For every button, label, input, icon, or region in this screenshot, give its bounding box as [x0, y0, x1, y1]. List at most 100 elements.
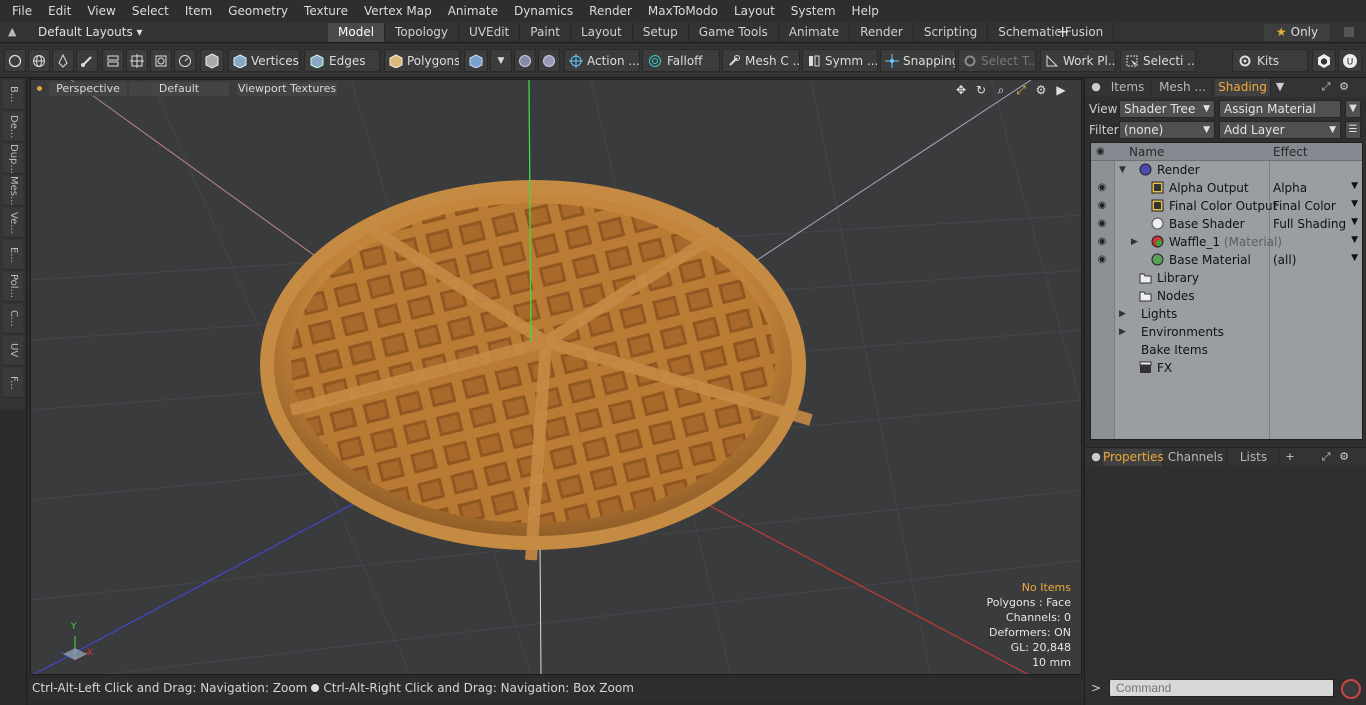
- tab-uvedit[interactable]: UVEdit: [459, 23, 521, 42]
- dock-tab-vertex[interactable]: Ve...: [3, 208, 23, 238]
- brush-button[interactable]: [76, 49, 98, 72]
- add-tab-button[interactable]: +: [1056, 23, 1069, 41]
- dock-tab-uv[interactable]: UV: [3, 336, 23, 366]
- mesh-constraint-button[interactable]: Mesh C ...: [722, 49, 800, 72]
- eye-icon[interactable]: ◉: [1095, 182, 1109, 194]
- frame-button[interactable]: [150, 49, 172, 72]
- tree-row-library[interactable]: Library: [1091, 269, 1362, 287]
- menu-view[interactable]: View: [79, 4, 123, 18]
- menu-help[interactable]: Help: [844, 4, 887, 18]
- tree-row-lights[interactable]: ▶ Lights: [1091, 305, 1362, 323]
- tab-animate[interactable]: Animate: [779, 23, 851, 42]
- dock-tab-fusion[interactable]: F...: [3, 368, 23, 398]
- menu-vertex-map[interactable]: Vertex Map: [356, 4, 440, 18]
- tab-items[interactable]: Items: [1105, 79, 1151, 96]
- tab-model[interactable]: Model: [328, 23, 386, 42]
- zoom-view-icon[interactable]: ⌕: [993, 82, 1009, 98]
- edges-button[interactable]: Edges: [304, 49, 380, 72]
- tree-row-base-shader[interactable]: ◉ Base Shader Full Shading ▼: [1091, 215, 1362, 233]
- tree-item-effect[interactable]: Alpha: [1273, 181, 1307, 195]
- menu-render[interactable]: Render: [581, 4, 640, 18]
- chevron-down-icon[interactable]: ▼: [1351, 217, 1358, 227]
- item-mode-button[interactable]: [200, 49, 224, 72]
- tab-channels[interactable]: Channels: [1165, 449, 1227, 466]
- panel-maximize-icon[interactable]: ⤢: [1319, 80, 1333, 94]
- dock-tab-duplicate[interactable]: Dup...: [3, 144, 23, 174]
- chevron-down-icon[interactable]: ▼: [1351, 181, 1358, 191]
- eye-icon[interactable]: ◉: [1095, 200, 1109, 212]
- panel-maximize-icon[interactable]: ⤢: [1319, 450, 1333, 464]
- maximize-view-icon[interactable]: ⤢: [1013, 82, 1029, 98]
- tab-properties[interactable]: Properties: [1103, 449, 1164, 466]
- viewport-textures-dropdown[interactable]: Viewport Textures: [237, 82, 337, 96]
- tree-item-effect[interactable]: Full Shading: [1273, 217, 1346, 231]
- menu-dynamics[interactable]: Dynamics: [506, 4, 581, 18]
- tree-row-nodes[interactable]: Nodes: [1091, 287, 1362, 305]
- tab-render[interactable]: Render: [850, 23, 914, 42]
- collapse-icon[interactable]: ▼: [1119, 164, 1129, 176]
- material-mode-button[interactable]: [464, 49, 488, 72]
- menu-maxtomodo[interactable]: MaxToModo: [640, 4, 726, 18]
- dock-tab-deform[interactable]: De...: [3, 112, 23, 142]
- perspective-dropdown[interactable]: Perspective: [49, 82, 127, 96]
- filter-dropdown[interactable]: (none) ▼: [1119, 121, 1215, 139]
- tree-row-final-color-output[interactable]: ◉ Final Color Output Final Color ▼: [1091, 197, 1362, 215]
- layout-expand-icon[interactable]: ▲: [8, 26, 20, 38]
- tree-row-render[interactable]: ▼ Render: [1091, 161, 1362, 179]
- shading-style-dropdown[interactable]: Default: [129, 82, 229, 96]
- expand-icon[interactable]: ▶: [1119, 308, 1129, 320]
- tree-item-effect[interactable]: (all): [1273, 253, 1296, 267]
- add-layer-dropdown[interactable]: Add Layer ▼: [1219, 121, 1341, 139]
- expand-icon[interactable]: ▶: [1119, 326, 1129, 338]
- tree-row-fx[interactable]: FX: [1091, 359, 1362, 377]
- view-dropdown[interactable]: Shader Tree ▼: [1119, 100, 1215, 118]
- dock-tab-mesh-edit[interactable]: Mes...: [3, 176, 23, 206]
- select-through-button[interactable]: Select T...: [958, 49, 1036, 72]
- tab-layout[interactable]: Layout: [571, 23, 633, 42]
- dock-tab-polygon[interactable]: Pol...: [3, 272, 23, 302]
- menu-item[interactable]: Item: [177, 4, 220, 18]
- symmetry-toggle-a[interactable]: [514, 49, 536, 72]
- work-plane-button[interactable]: Work Pl...: [1040, 49, 1116, 72]
- panel-settings-icon[interactable]: ⚙: [1337, 80, 1351, 94]
- eye-icon[interactable]: ◉: [1095, 236, 1109, 248]
- viewport-menu-dot[interactable]: [37, 86, 42, 91]
- expand-icon[interactable]: ▶: [1131, 236, 1141, 248]
- menu-edit[interactable]: Edit: [40, 4, 79, 18]
- menu-system[interactable]: System: [783, 4, 844, 18]
- polygons-button[interactable]: Polygons: [384, 49, 460, 72]
- pen-tool-button[interactable]: [52, 49, 74, 72]
- symmetry-button[interactable]: Symm ...: [802, 49, 878, 72]
- tree-row-waffle-material[interactable]: ◉ ▶ Waffle_1 (Material) ▼: [1091, 233, 1362, 251]
- dock-tab-edge[interactable]: E...: [3, 240, 23, 270]
- panel-menu-icon[interactable]: ●: [1089, 450, 1103, 464]
- symmetry-toggle-b[interactable]: [538, 49, 560, 72]
- falloff-button[interactable]: Falloff: [642, 49, 720, 72]
- selection-sets-button[interactable]: Selecti ...: [1120, 49, 1196, 72]
- list-options-button[interactable]: ☰: [1345, 121, 1361, 139]
- tab-schematic-fusion[interactable]: Schematic Fusion: [988, 23, 1115, 42]
- name-column-header[interactable]: Name: [1129, 145, 1164, 159]
- move-view-icon[interactable]: ✥: [953, 82, 969, 98]
- grid-button[interactable]: [126, 49, 148, 72]
- only-button[interactable]: ★ Only: [1264, 24, 1330, 41]
- command-input[interactable]: [1109, 679, 1334, 697]
- chevron-down-icon[interactable]: ▼: [1351, 199, 1358, 209]
- 3d-viewport[interactable]: Perspective Default Viewport Textures ✥ …: [30, 79, 1082, 675]
- clock-button[interactable]: [174, 49, 196, 72]
- unity-button[interactable]: [1312, 49, 1336, 72]
- vertices-button[interactable]: Vertices: [228, 49, 300, 72]
- filter-funnel-button[interactable]: ▼: [1345, 100, 1361, 118]
- chevron-down-icon[interactable]: ▼: [1351, 235, 1358, 245]
- panel-menu-icon[interactable]: ●: [1089, 80, 1103, 94]
- select-circle-button[interactable]: [4, 49, 26, 72]
- action-center-button[interactable]: Action ...: [564, 49, 640, 72]
- tabs-dropdown-icon[interactable]: ▼: [1273, 80, 1287, 94]
- menu-file[interactable]: File: [4, 4, 40, 18]
- tab-scripting[interactable]: Scripting: [914, 23, 989, 42]
- kits-button[interactable]: Kits: [1232, 49, 1308, 72]
- tab-mesh-ops[interactable]: Mesh ...: [1153, 79, 1213, 96]
- menu-geometry[interactable]: Geometry: [220, 4, 296, 18]
- dock-tab-basic[interactable]: B...: [3, 80, 23, 110]
- layers-button[interactable]: [102, 49, 124, 72]
